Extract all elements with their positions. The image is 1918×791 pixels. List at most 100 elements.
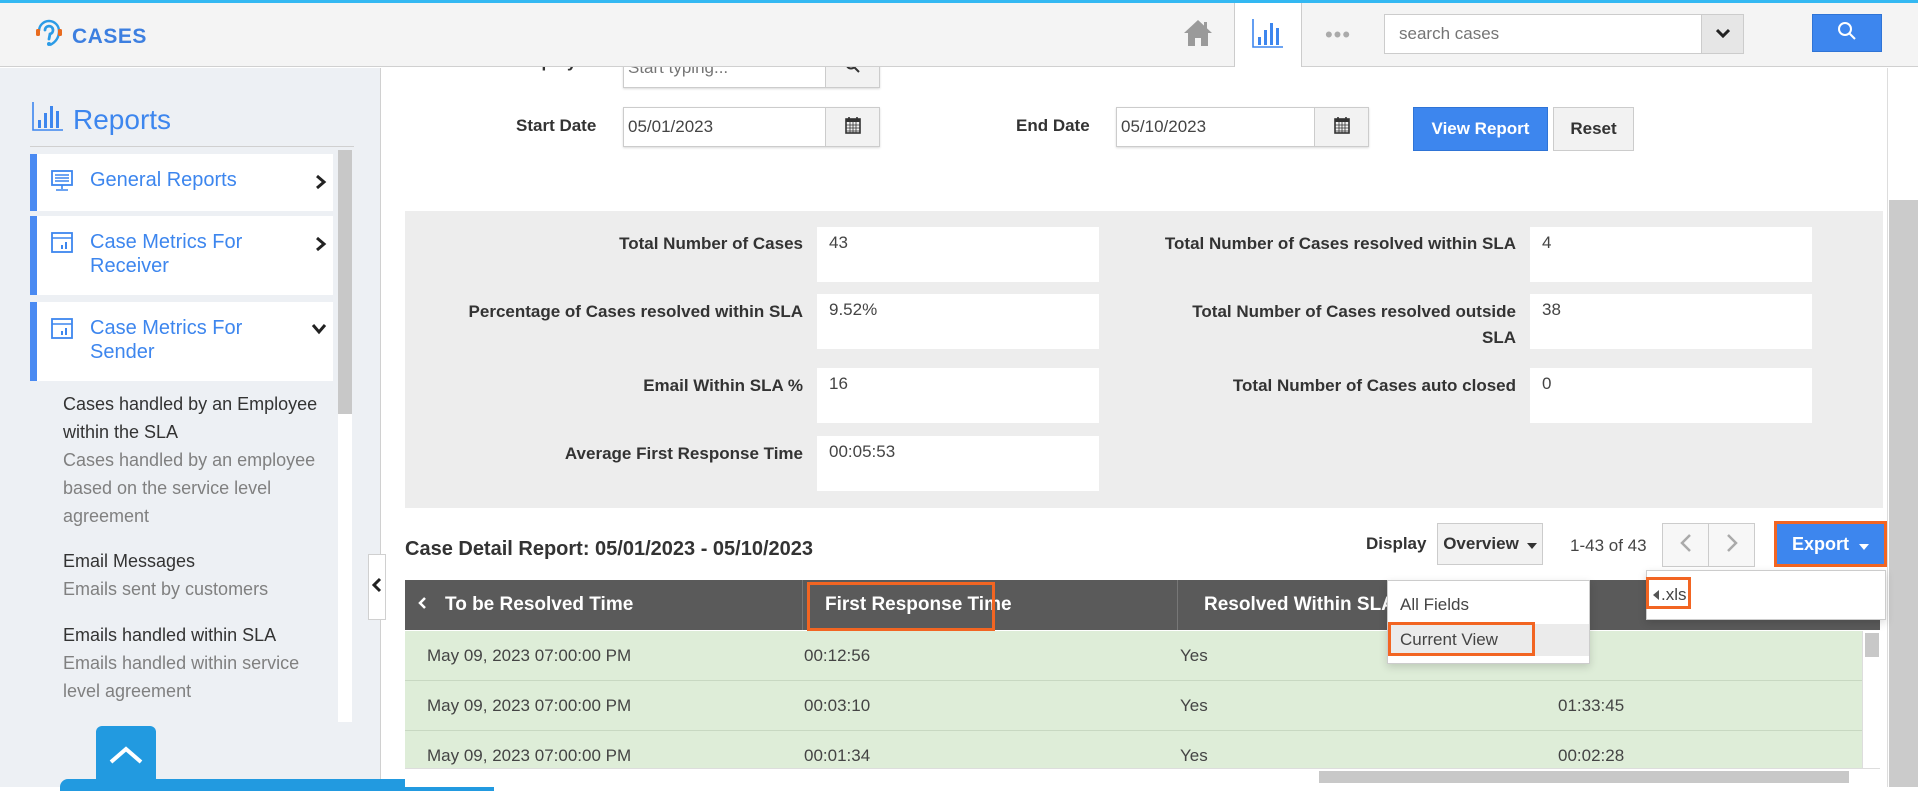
summary-label: Total Number of Cases <box>619 234 803 253</box>
summary-value: 16 <box>817 368 1099 423</box>
table-row[interactable]: May 09, 2023 07:00:00 PM 00:03:10 Yes 01… <box>405 681 1862 731</box>
summary-value: 4 <box>1530 227 1812 282</box>
chevron-up-icon <box>108 745 144 770</box>
display-select-value: Overview <box>1443 534 1519 553</box>
sidebar-item-case-metrics-receiver[interactable]: Case Metrics For Receiver <box>30 216 333 295</box>
column-header-to-be-resolved-time[interactable]: To be Resolved Time <box>405 580 803 630</box>
top-accent-line <box>0 0 1918 3</box>
end-date-picker-button[interactable] <box>1314 108 1368 146</box>
caret-left-icon <box>1653 585 1659 605</box>
headset-question-icon <box>34 17 64 56</box>
subitem-description: Emails handled within service level agre… <box>63 653 300 701</box>
table-horizontal-scrollbar[interactable] <box>405 768 1880 784</box>
summary-label: Percentage of Cases resolved within SLA <box>468 302 803 321</box>
sidebar-subitem[interactable]: Cases handled by an Employee within the … <box>63 390 333 530</box>
subitem-title: Email Messages <box>63 551 196 571</box>
search-button[interactable] <box>1812 14 1882 52</box>
export-format-xls[interactable]: .xls <box>1647 579 1885 611</box>
chevron-right-icon <box>315 174 327 195</box>
sidebar-scrollbar[interactable] <box>338 150 352 722</box>
app-header: CASES ••• <box>0 3 1918 67</box>
display-select[interactable]: Overview <box>1437 523 1543 565</box>
nav-home[interactable] <box>1164 3 1232 67</box>
summary-label: Email Within SLA % <box>643 376 803 395</box>
end-date-field <box>1116 107 1369 147</box>
chevron-down-icon <box>311 322 327 340</box>
export-button[interactable]: Export <box>1774 521 1887 567</box>
chevron-down-icon <box>1715 25 1730 43</box>
search-icon <box>1837 21 1857 46</box>
sidebar-subitem[interactable]: Email Messages Emails sent by customers <box>63 547 333 603</box>
previous-page-button[interactable] <box>1662 523 1709 567</box>
app-brand[interactable]: CASES <box>34 17 147 56</box>
calendar-icon <box>844 116 861 139</box>
summary-value: 38 <box>1530 294 1812 349</box>
view-report-button[interactable]: View Report <box>1413 107 1548 151</box>
report-window-icon <box>51 318 73 345</box>
column-header-label: First Response Time <box>825 594 1012 615</box>
app-title: CASES <box>72 24 147 48</box>
report-window-icon <box>51 232 73 259</box>
summary-label: Total Number of Cases resolved outside S… <box>1192 302 1516 347</box>
display-label: Display <box>1366 534 1427 553</box>
start-date-field <box>623 107 880 147</box>
subitem-title: Cases handled by an Employee within the … <box>63 394 318 442</box>
export-fields-menu: All Fields Current View <box>1387 580 1590 664</box>
cell-to-be-resolved-time: May 09, 2023 07:00:00 PM <box>427 646 632 665</box>
column-header-label: To be Resolved Time <box>445 594 634 615</box>
cell-to-be-resolved-time: May 09, 2023 07:00:00 PM <box>427 696 632 715</box>
table-vertical-scrollbar-thumb[interactable] <box>1865 633 1879 657</box>
cell-resolved-within-sla: Yes <box>1180 696 1208 715</box>
subitem-title: Emails handled within SLA <box>63 625 277 645</box>
nav-more[interactable]: ••• <box>1304 3 1372 67</box>
export-label: Export <box>1791 533 1849 554</box>
page-vertical-scrollbar-thumb[interactable] <box>1889 200 1918 787</box>
home-icon <box>1182 18 1214 53</box>
chevron-left-icon <box>371 577 382 598</box>
next-page-button[interactable] <box>1708 523 1755 567</box>
sidebar-scrollbar-thumb[interactable] <box>338 150 352 414</box>
monitor-icon <box>51 170 73 197</box>
sidebar-subitem[interactable]: Emails handled within SLA Emails handled… <box>63 621 333 705</box>
end-date-input[interactable] <box>1117 108 1307 146</box>
search-dropdown-button[interactable] <box>1701 15 1743 53</box>
summary-label: Total Number of Cases auto closed <box>1232 376 1516 395</box>
calendar-icon <box>1333 116 1350 139</box>
column-header-label: Resolved Within SLA <box>1204 594 1395 615</box>
more-dots-icon: ••• <box>1324 22 1352 47</box>
sidebar-divider <box>30 146 354 147</box>
summary-value: 9.52% <box>817 294 1099 349</box>
sidebar-item-label: General Reports <box>90 169 237 191</box>
sidebar-item-case-metrics-sender[interactable]: Case Metrics For Sender <box>30 302 333 381</box>
start-date-input[interactable] <box>624 108 814 146</box>
chevron-left-icon <box>1679 533 1692 558</box>
sidebar-title: Reports <box>31 100 171 139</box>
sidebar-title-text: Reports <box>73 103 172 135</box>
cell-first-response-time: 00:03:10 <box>804 696 871 715</box>
summary-value: 0 <box>1530 368 1812 423</box>
export-format-menu: .xls <box>1646 570 1886 620</box>
caret-down-icon <box>1526 534 1537 554</box>
table-row[interactable]: May 09, 2023 07:00:00 PM 00:12:56 Yes <box>405 631 1862 681</box>
summary-label: Average First Response Time <box>564 444 803 463</box>
subitem-description: Cases handled by an employee based on th… <box>63 450 316 526</box>
nav-reports[interactable] <box>1234 3 1302 67</box>
table-vertical-scrollbar[interactable] <box>1862 631 1880 771</box>
report-title: Case Detail Report: 05/01/2023 - 05/10/2… <box>405 538 814 560</box>
cell-resolved-within-sla: Yes <box>1180 646 1208 665</box>
export-option-all-fields[interactable]: All Fields <box>1388 589 1589 621</box>
column-header-first-response-time[interactable]: First Response Time <box>803 580 1178 630</box>
export-format-label: .xls <box>1661 585 1687 604</box>
caret-down-icon <box>1859 534 1869 555</box>
reset-button[interactable]: Reset <box>1553 107 1634 151</box>
bar-chart-icon <box>1251 17 1285 54</box>
chevron-left-icon[interactable] <box>417 594 427 616</box>
start-date-label: Start Date <box>516 116 597 135</box>
table-horizontal-scrollbar-thumb[interactable] <box>1319 771 1849 783</box>
page-vertical-scrollbar[interactable] <box>1887 68 1918 787</box>
start-date-picker-button[interactable] <box>825 108 879 146</box>
sidebar-item-label: Case Metrics For Receiver <box>90 231 243 277</box>
export-option-current-view[interactable]: Current View <box>1388 624 1589 656</box>
search-input[interactable] <box>1385 15 1685 53</box>
sidebar-item-general-reports[interactable]: General Reports <box>30 154 333 211</box>
